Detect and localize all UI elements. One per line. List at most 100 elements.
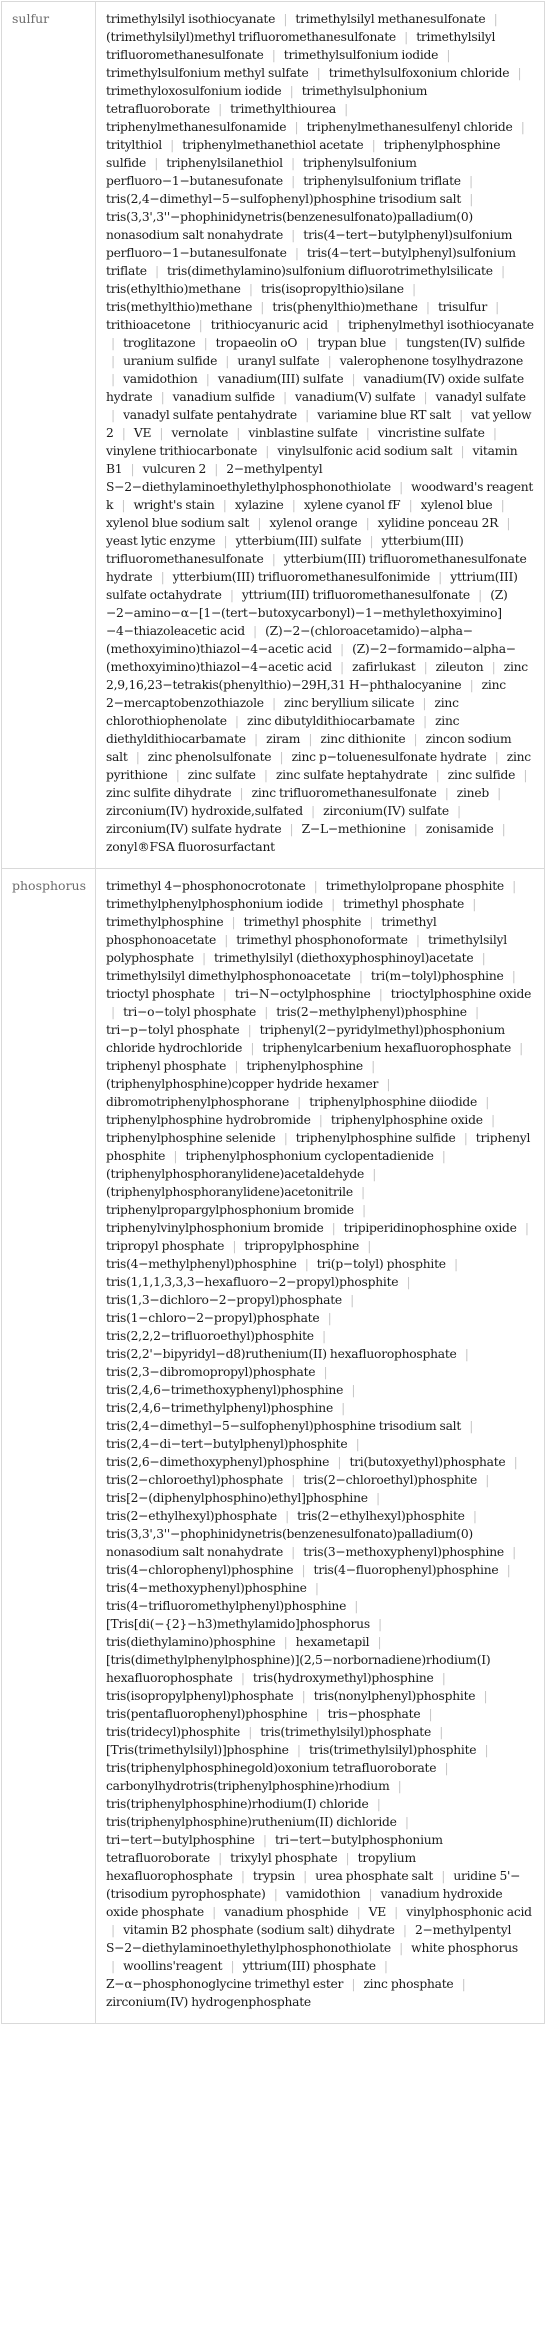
separator: | [294, 246, 299, 260]
separator: | [239, 786, 244, 800]
compound-name: [Tris(trimethylsilyl)]phosphine [106, 1743, 289, 1757]
separator: | [444, 786, 449, 800]
separator: | [175, 768, 180, 782]
separator: | [234, 714, 239, 728]
separator: | [344, 102, 349, 116]
compound-name: tris(1,1,1,3,3,3−hexafluoro−2−propyl)pho… [106, 1275, 399, 1289]
separator: | [399, 1941, 403, 1955]
compound-name: vincristine sulfate [377, 426, 485, 440]
compound-name: vinylsulfonic acid sodium salt [277, 444, 453, 458]
compound-name: tris(ethylthio)methane [106, 282, 241, 296]
separator: | [282, 390, 287, 404]
compound-name: tris(4−chlorophenyl)phosphine [106, 1563, 294, 1577]
separator: | [472, 897, 477, 911]
compound-name: tri(m−tolyl)phosphine [370, 969, 504, 983]
compound-name: [Tris[di(−{2}−h3)methylamido]phosphorus [106, 1617, 370, 1631]
separator: | [350, 1293, 355, 1307]
separator: | [474, 1005, 479, 1019]
compound-name: triphenylsulfonium triflate [303, 174, 461, 188]
compound-name: trimethylsilyl dimethylphosphonoacetate [106, 969, 351, 983]
compound-name: vinylphosphonic acid [406, 1905, 532, 1919]
separator: | [365, 426, 370, 440]
separator: | [340, 660, 344, 674]
separator: | [408, 498, 413, 512]
compound-name: zinc dithionite [320, 732, 406, 746]
separator: | [453, 1257, 458, 1271]
compound-name: triphenylcarbenium hexafluorophosphate [262, 1041, 511, 1055]
compound-name: tris[2−(diphenylphosphino)ethyl]phosphin… [106, 1491, 368, 1505]
table-body: sulfur trimethylsilyl isothiocyanate | tr… [1, 1, 545, 2024]
separator: | [290, 156, 295, 170]
compound-name: trithioacetone [106, 318, 191, 332]
compound-name: zinc dibutyldithiocarbamate [247, 714, 415, 728]
compound-name: zinc phenolsulfonate [147, 750, 272, 764]
compound-name: carbonylhydrotris(triphenylphosphine)rho… [106, 1779, 390, 1793]
compound-name: trimethylsilyl (diethoxyphosphinoyl)acet… [214, 951, 474, 965]
separator: | [111, 408, 115, 422]
compound-name: ziram [266, 732, 301, 746]
compound-name: tripropylphosphine [244, 1239, 360, 1253]
separator: | [423, 660, 428, 674]
compound-name: triphenylsilanethiol [166, 156, 283, 170]
compound-name: tris(2−chloroethyl)phosphate [106, 1473, 284, 1487]
compound-name: variamine blue RT salt [317, 408, 451, 422]
separator: | [399, 480, 403, 494]
separator: | [512, 1545, 516, 1559]
compound-name: tris(nonylphenyl)phosphite [313, 1689, 476, 1703]
separator: | [506, 1563, 511, 1577]
compound-name: vamidothion [285, 1887, 361, 1901]
row-label: sulfur [1, 1, 96, 869]
separator: | [354, 1599, 359, 1613]
compound-name: trimethyl 4−phosphonocrotonate [106, 879, 306, 893]
compound-name: trioctyl phosphate [106, 987, 215, 1001]
compound-name: trypsin [252, 1869, 295, 1883]
separator: | [271, 48, 276, 62]
separator: | [441, 1149, 446, 1163]
separator: | [315, 1707, 320, 1721]
compound-name: triphenylmethanethiol acetate [182, 138, 364, 152]
compound-name: vitamin B2 phosphate (sodium salt) dihyd… [123, 1923, 395, 1937]
separator: | [201, 951, 206, 965]
separator: | [265, 444, 270, 458]
separator: | [367, 1239, 372, 1253]
compound-name: trimethylphenylphosphonium iodide [106, 897, 323, 911]
separator: | [355, 1437, 360, 1451]
compound-name: tri−tert−butylphosphine [106, 1833, 255, 1847]
separator: | [232, 1239, 237, 1253]
separator: | [469, 192, 474, 206]
compound-name: yttrium(III) phosphate [242, 1959, 376, 1973]
compound-name: tris(trimethylsilyl)phosphite [308, 1743, 477, 1757]
separator: | [218, 102, 222, 116]
compound-name: zinc sulfate heptahydrate [275, 768, 428, 782]
compound-name: tropaeolin oO [215, 336, 298, 350]
separator: | [230, 1959, 235, 1973]
separator: | [236, 426, 241, 440]
separator: | [371, 138, 376, 152]
separator: | [519, 1041, 524, 1055]
separator: | [303, 1869, 308, 1883]
separator: | [313, 879, 318, 893]
separator: | [371, 1059, 376, 1073]
separator: | [377, 1635, 382, 1649]
separator: | [464, 1347, 469, 1361]
separator: | [135, 750, 140, 764]
compound-name: zonyl®FSA fluorosurfactant [106, 840, 275, 854]
compound-name: triphenyl phosphate [106, 1059, 227, 1073]
separator: | [111, 354, 115, 368]
separator: | [375, 1491, 380, 1505]
separator: | [296, 1743, 301, 1757]
compound-name: trypan blue [317, 336, 386, 350]
separator: | [490, 1113, 495, 1127]
separator: | [283, 1635, 288, 1649]
compound-list: trimethyl 4−phosphonocrotonate | trimeth… [95, 868, 545, 2024]
separator: | [291, 498, 296, 512]
separator: | [497, 786, 502, 800]
compound-name: tris(4−methoxyphenyl)phosphine [106, 1581, 307, 1595]
compound-name: ytterbium(III) trifluoromethanesulfonimi… [172, 570, 431, 584]
compound-name: tris(2,2,2−trifluoroethyl)phosphite [106, 1329, 314, 1343]
compound-name: tris(2,4,6−trimethylphenyl)phosphine [106, 1401, 333, 1415]
separator: | [130, 462, 135, 476]
separator: | [203, 336, 208, 350]
compound-name: dibromotriphenylphosphorane [106, 1095, 289, 1109]
separator: | [154, 264, 159, 278]
